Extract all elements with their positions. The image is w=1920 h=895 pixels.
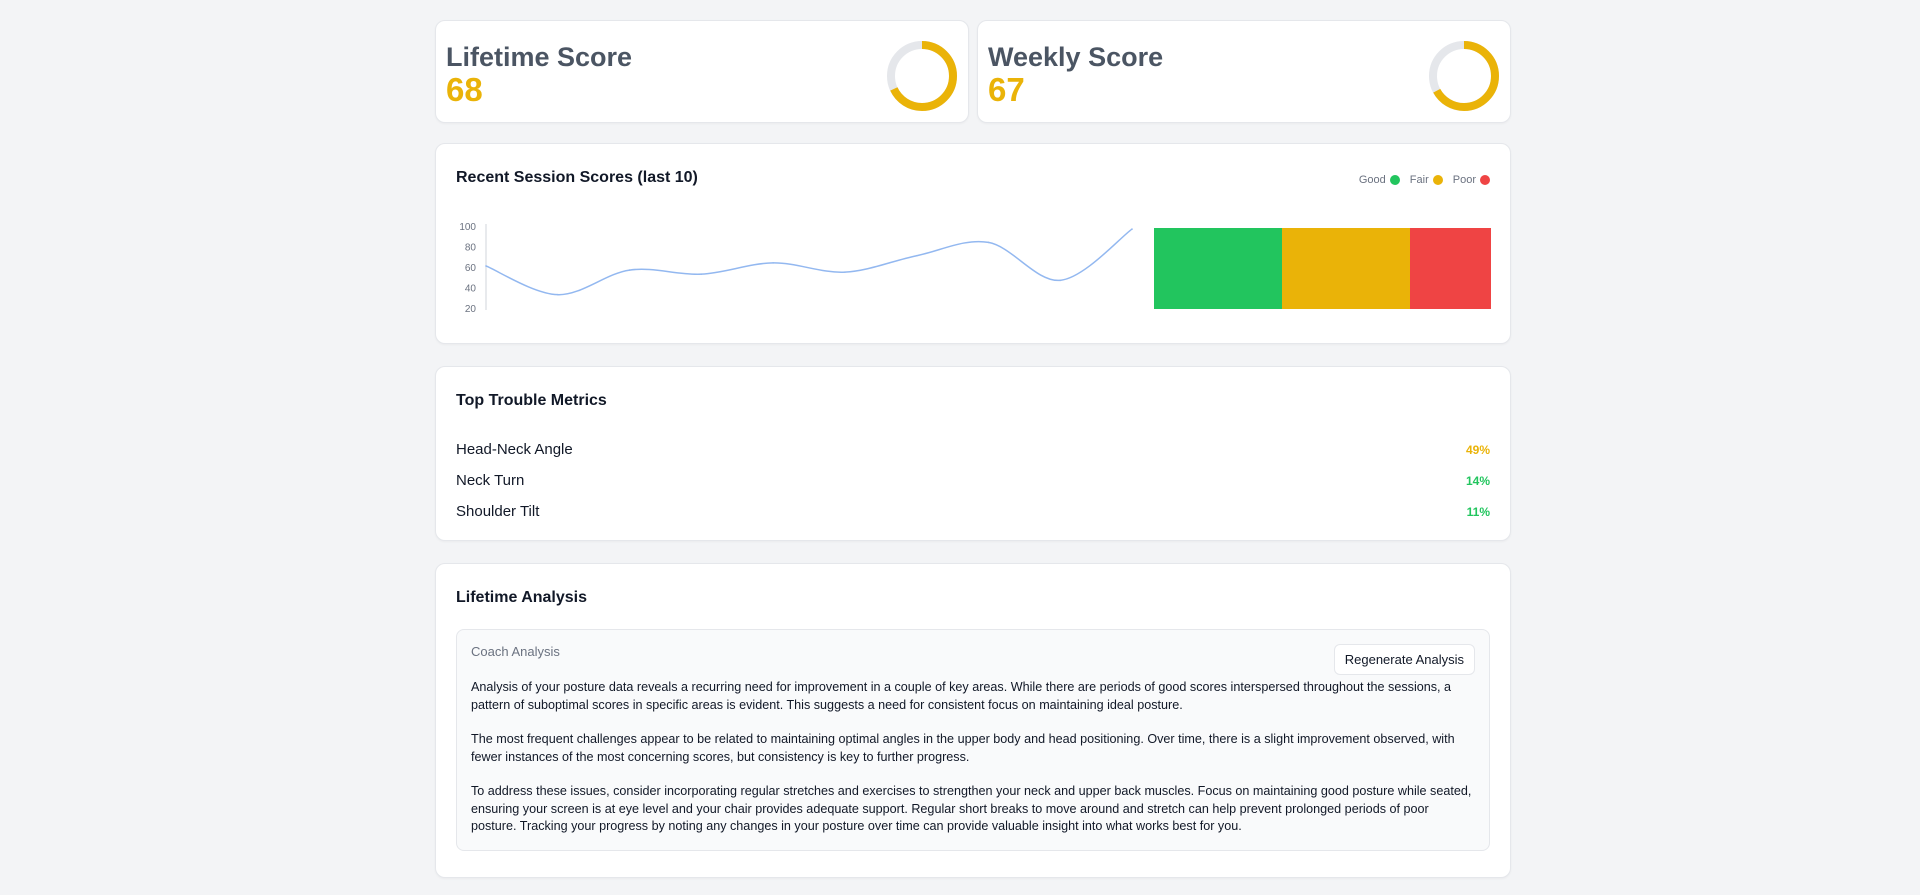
coach-analysis-label: Coach Analysis — [471, 644, 560, 659]
analysis-paragraph: Analysis of your posture data reveals a … — [471, 680, 1452, 712]
legend-dot-poor — [1480, 175, 1490, 185]
data-point — [485, 265, 487, 267]
lifetime-score-ring — [887, 41, 957, 111]
lifetime-score-card: Lifetime Score 68 — [435, 20, 969, 123]
metric-row: Shoulder Tilt 11% — [456, 496, 1490, 527]
analysis-paragraph: To address these issues, consider incorp… — [471, 784, 1472, 833]
weekly-score-ring — [1429, 41, 1499, 111]
chart-legend: Good Fair Poor — [1349, 174, 1490, 186]
weekly-score-card: Weekly Score 67 — [977, 20, 1511, 123]
legend-label-good: Good — [1358, 174, 1386, 186]
data-point — [628, 269, 631, 271]
trouble-metrics-card: Top Trouble Metrics Head-Neck Angle 49% … — [435, 366, 1511, 541]
weekly-score-value: 67 — [988, 71, 1025, 108]
data-point — [1131, 228, 1133, 230]
lifetime-analysis-title: Lifetime Analysis — [456, 589, 588, 606]
legend-label-poor: Poor — [1452, 174, 1476, 186]
trouble-metrics-title: Top Trouble Metrics — [456, 392, 607, 409]
y-tick-label: 80 — [465, 243, 477, 254]
y-tick-label: 100 — [459, 222, 476, 233]
metric-label: Neck Turn — [456, 472, 525, 489]
distribution-segment-good — [1154, 228, 1283, 309]
distribution-segment-poor — [1410, 228, 1491, 309]
lifetime-analysis-card: Lifetime Analysis Coach Analysis Regener… — [435, 563, 1511, 878]
weekly-score-title: Weekly Score — [988, 42, 1164, 72]
legend-dot-good — [1389, 175, 1400, 185]
data-point — [556, 293, 559, 296]
legend-item-good: Good — [1349, 174, 1400, 186]
score-row: Lifetime Score 68 Weekly Score 67 — [435, 20, 1511, 123]
series-line — [485, 228, 1133, 296]
metric-value: 11% — [1466, 504, 1490, 519]
metric-row: Neck Turn 14% — [456, 465, 1490, 496]
data-point — [844, 271, 846, 273]
legend-label-fair: Fair — [1409, 174, 1429, 186]
data-point — [1059, 279, 1062, 282]
distribution-segment-fair — [1282, 228, 1411, 309]
score-distribution-bar — [1154, 228, 1491, 309]
metric-value: 49% — [1465, 442, 1490, 457]
session-line-chart: 100 80 60 40 20 — [459, 222, 1133, 314]
dashboard: Lifetime Score 68 Weekly Score 67 Recent… — [435, 20, 1511, 878]
data-point — [987, 241, 990, 244]
legend-item-poor: Poor — [1443, 174, 1490, 186]
analysis-paragraph: The most frequent challenges appear to b… — [471, 732, 1455, 764]
coach-analysis-box: Coach Analysis Regenerate Analysis Analy… — [456, 629, 1490, 851]
legend-dot-fair — [1432, 175, 1443, 185]
data-point — [772, 262, 774, 264]
lifetime-score-title: Lifetime Score — [446, 42, 633, 72]
y-tick-label: 20 — [465, 304, 477, 314]
metric-value: 14% — [1465, 473, 1490, 488]
legend-item-fair: Fair — [1400, 174, 1443, 186]
data-point — [700, 273, 703, 275]
recent-sessions-card: Recent Session Scores (last 10) Good Fai… — [435, 143, 1511, 344]
metric-label: Shoulder Tilt — [456, 503, 540, 520]
metric-row: Head-Neck Angle 49% — [456, 434, 1490, 465]
y-tick-label: 40 — [465, 284, 477, 295]
metric-label: Head-Neck Angle — [456, 441, 573, 458]
data-point — [915, 254, 918, 257]
recent-sessions-title: Recent Session Scores (last 10) — [456, 169, 698, 186]
trouble-metrics-list: Head-Neck Angle 49% Neck Turn 14% Should… — [456, 434, 1490, 527]
coach-analysis-text: Analysis of your posture data reveals a … — [471, 679, 1475, 836]
y-tick-label: 60 — [465, 263, 477, 274]
regenerate-analysis-button[interactable]: Regenerate Analysis — [1333, 644, 1475, 675]
lifetime-score-value: 68 — [446, 71, 483, 108]
